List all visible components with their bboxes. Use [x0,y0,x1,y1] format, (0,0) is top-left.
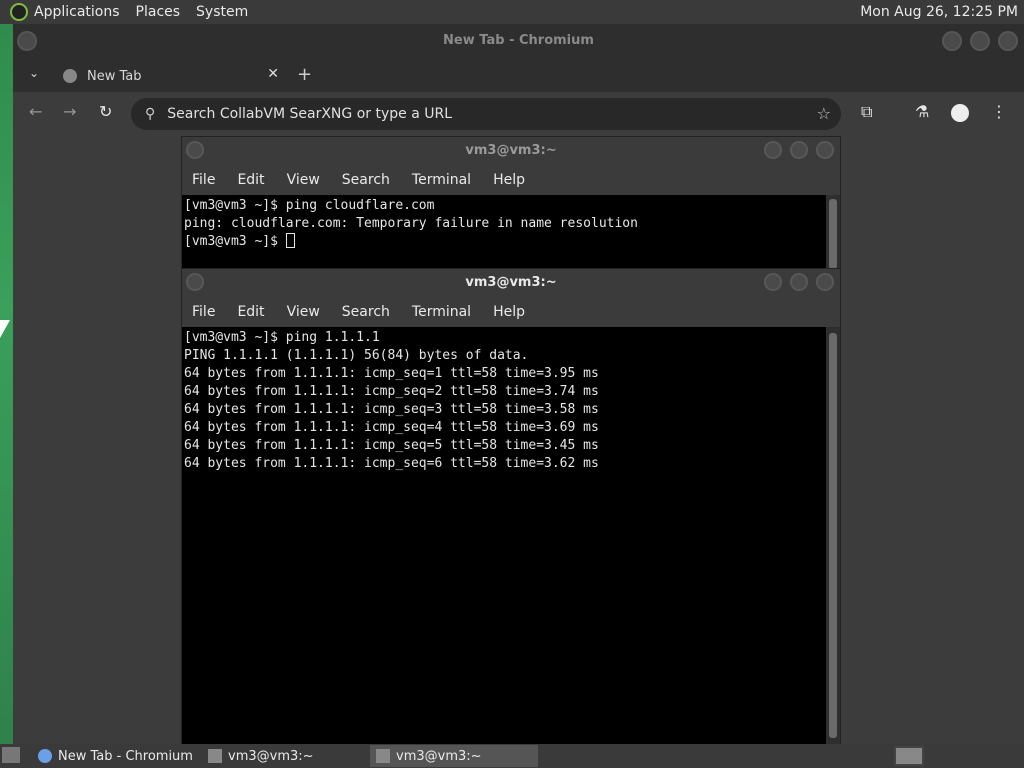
text-cursor [285,233,295,248]
taskbar-item-terminal[interactable]: vm3@vm3:~ [202,745,368,767]
menu-edit[interactable]: Edit [237,304,264,320]
close-window-button[interactable] [816,141,834,159]
taskbar-item-chromium[interactable]: New Tab - Chromium [32,745,200,767]
terminal-prompt: [vm3@vm3 ~]$ [184,234,286,249]
address-bar[interactable]: ⚲ Search CollabVM SearXNG or type a URL … [131,98,841,130]
extensions-puzzle-icon[interactable]: ⧉ [861,102,872,122]
terminal-output[interactable]: [vm3@vm3 ~]$ ping 1.1.1.1 PING 1.1.1.1 (1… [182,327,840,744]
menu-help[interactable]: Help [493,172,525,188]
maximize-button[interactable] [970,31,990,51]
menu-file[interactable]: File [192,304,215,320]
distro-logo-icon[interactable] [10,3,28,21]
maximize-button[interactable] [790,273,808,291]
menu-terminal[interactable]: Terminal [412,172,471,188]
terminal-line: [vm3@vm3 ~]$ ping cloudflare.com [184,198,435,213]
terminal-icon [376,749,390,763]
top-panel: Applications Places System Mon Aug 26, 1… [0,0,1024,24]
terminal-line: PING 1.1.1.1 (1.1.1.1) 56(84) bytes of d… [184,348,529,363]
terminal-window-back: vm3@vm3:~ File Edit View Search Terminal… [182,137,840,277]
tab-new-tab[interactable]: New Tab ✕ [53,60,287,92]
address-bar-placeholder: Search CollabVM SearXNG or type a URL [167,106,453,122]
close-window-button[interactable] [998,31,1018,51]
terminal-output[interactable]: [vm3@vm3 ~]$ ping cloudflare.com ping: cl… [182,195,840,277]
back-arrow-icon[interactable]: ← [29,102,42,121]
reload-icon[interactable]: ↻ [99,102,112,121]
workspace-switcher[interactable] [894,746,924,766]
profile-avatar-icon[interactable] [951,104,969,122]
terminal-line: 64 bytes from 1.1.1.1: icmp_seq=6 ttl=58… [184,456,599,471]
taskbar-item-label: vm3@vm3:~ [396,748,482,764]
menu-file[interactable]: File [192,172,215,188]
close-window-button[interactable] [816,273,834,291]
terminal-titlebar[interactable]: vm3@vm3:~ [182,137,840,165]
tab-strip: ⌄ New Tab ✕ + [13,58,1024,92]
terminal-line: 64 bytes from 1.1.1.1: icmp_seq=3 ttl=58… [184,402,599,417]
chromium-titlebar[interactable]: New Tab - Chromium [13,24,1024,58]
terminal-titlebar[interactable]: vm3@vm3:~ [182,269,840,297]
terminal-icon [208,749,222,763]
terminal-menubar: File Edit View Search Terminal Help [182,297,840,327]
chromium-window-title: New Tab - Chromium [443,33,594,48]
menu-search[interactable]: Search [342,172,390,188]
bookmark-star-icon[interactable]: ☆ [817,104,831,123]
window-menu-button[interactable] [186,141,204,159]
menu-dots-icon[interactable]: ⋮ [991,102,1007,121]
terminal-line: 64 bytes from 1.1.1.1: icmp_seq=4 ttl=58… [184,420,599,435]
show-desktop-icon[interactable] [2,747,20,763]
browser-toolbar: ← → ↻ ⚲ Search CollabVM SearXNG or type … [13,92,1024,136]
terminal-line: 64 bytes from 1.1.1.1: icmp_seq=5 ttl=58… [184,438,599,453]
search-icon: ⚲ [145,106,156,122]
menu-view[interactable]: View [287,304,320,320]
window-menu-button[interactable] [17,31,37,51]
panel-clock[interactable]: Mon Aug 26, 12:25 PM [860,4,1018,20]
menu-places[interactable]: Places [136,4,181,20]
window-menu-button[interactable] [186,273,204,291]
chromium-icon [38,749,52,763]
bottom-taskbar: New Tab - Chromium vm3@vm3:~ vm3@vm3:~ [0,744,1024,768]
terminal-window-front: vm3@vm3:~ File Edit View Search Terminal… [182,269,840,744]
taskbar-item-terminal-active[interactable]: vm3@vm3:~ [370,745,538,767]
terminal-title: vm3@vm3:~ [465,275,557,290]
scrollbar-thumb[interactable] [829,199,837,269]
terminal-title: vm3@vm3:~ [465,143,557,158]
menu-help[interactable]: Help [493,304,525,320]
menu-search[interactable]: Search [342,304,390,320]
new-tab-plus-icon[interactable]: + [297,64,312,85]
scrollbar-thumb[interactable] [829,333,837,738]
globe-icon [63,69,77,83]
terminal-line: [vm3@vm3 ~]$ [184,233,840,251]
taskbar-item-label: New Tab - Chromium [58,748,193,764]
minimize-button[interactable] [942,31,962,51]
menu-terminal[interactable]: Terminal [412,304,471,320]
taskbar-item-label: vm3@vm3:~ [228,748,314,764]
labs-flask-icon[interactable]: ⚗ [915,102,929,121]
menu-applications[interactable]: Applications [34,4,120,20]
scrollbar[interactable] [826,195,840,277]
tab-close-icon[interactable]: ✕ [267,66,279,82]
terminal-line: 64 bytes from 1.1.1.1: icmp_seq=2 ttl=58… [184,384,599,399]
terminal-menubar: File Edit View Search Terminal Help [182,165,840,195]
menu-system[interactable]: System [196,4,248,20]
tab-title: New Tab [87,68,142,84]
scrollbar[interactable] [826,327,840,744]
terminal-line: ping: cloudflare.com: Temporary failure … [184,216,638,231]
terminal-line: [vm3@vm3 ~]$ ping 1.1.1.1 [184,330,380,345]
menu-edit[interactable]: Edit [237,172,264,188]
minimize-button[interactable] [764,141,782,159]
terminal-line: 64 bytes from 1.1.1.1: icmp_seq=1 ttl=58… [184,366,599,381]
forward-arrow-icon[interactable]: → [63,102,76,121]
menu-view[interactable]: View [287,172,320,188]
mouse-pointer-icon [0,320,10,338]
minimize-button[interactable] [764,273,782,291]
tab-search-chevron-icon[interactable]: ⌄ [29,66,39,80]
maximize-button[interactable] [790,141,808,159]
